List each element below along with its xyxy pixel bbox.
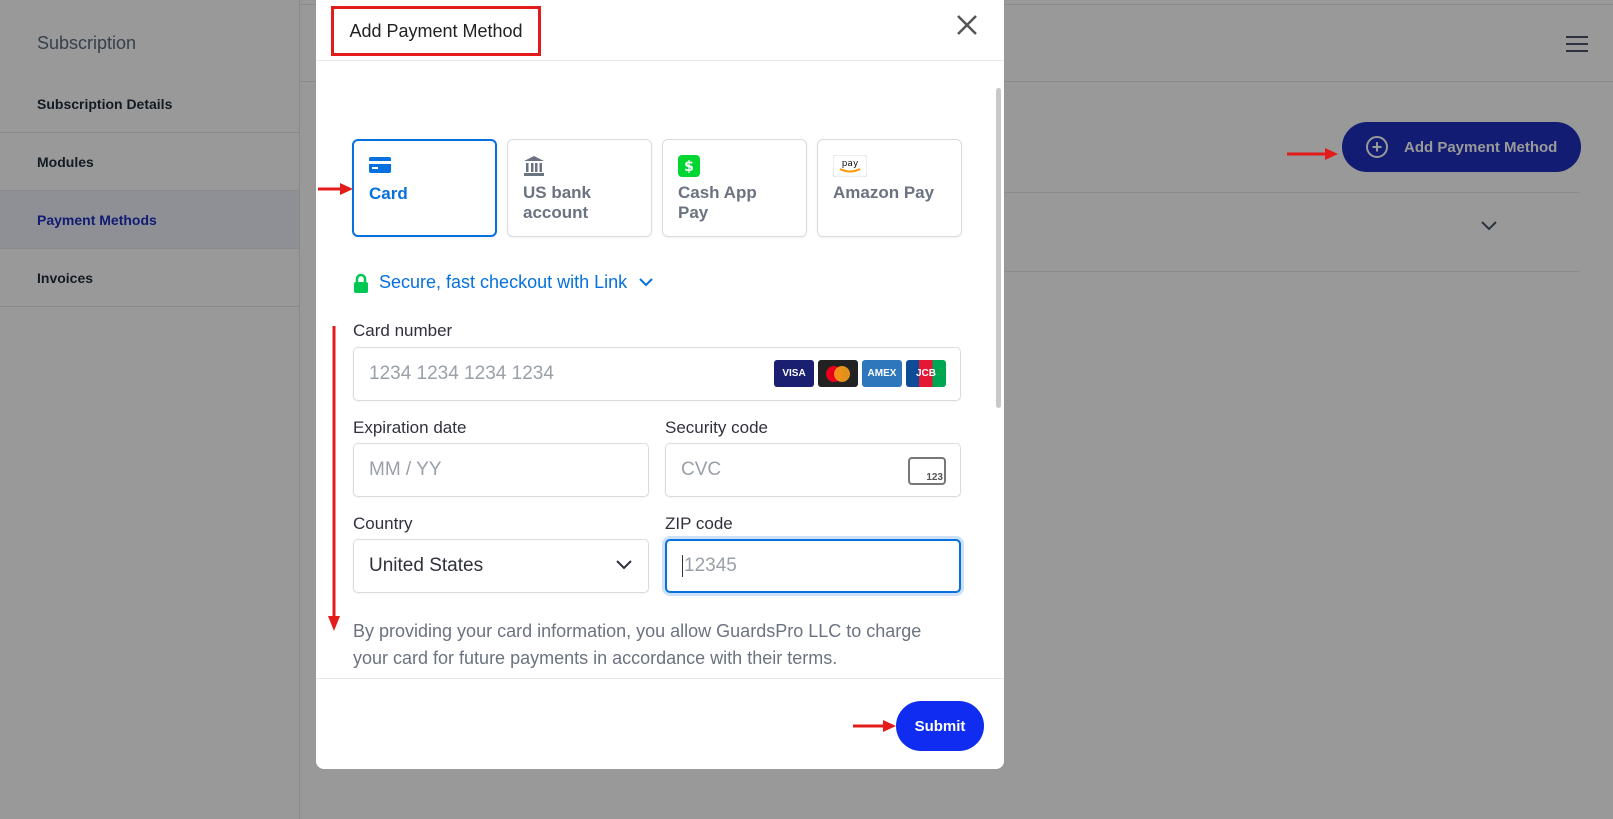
cash-app-icon: $	[678, 155, 791, 177]
chevron-down-icon	[639, 278, 653, 287]
tab-us-bank-label: US bank account	[523, 183, 592, 222]
security-code-input[interactable]: CVC 123	[665, 443, 961, 497]
mastercard-icon	[818, 360, 858, 387]
visa-icon: VISA	[774, 360, 814, 387]
zip-label: ZIP code	[665, 514, 733, 533]
card-number-placeholder: 1234 1234 1234 1234	[369, 363, 554, 384]
link-text: Secure, fast checkout with Link	[379, 272, 628, 292]
country-value: United States	[369, 555, 484, 576]
cvc-icon-text: 123	[926, 472, 943, 483]
security-code-placeholder: CVC	[681, 459, 722, 480]
modal-header: Add Payment Method	[316, 0, 1004, 61]
bank-icon	[523, 155, 636, 177]
tab-amazon-pay[interactable]: pay Amazon Pay	[817, 139, 962, 237]
card-brands: VISA AMEX JCB	[774, 360, 946, 387]
tab-cash-app-pay[interactable]: $ Cash App Pay	[662, 139, 807, 237]
annotation-arrow	[1287, 148, 1338, 160]
jcb-icon: JCB	[906, 360, 946, 387]
card-number-input[interactable]: 1234 1234 1234 1234 VISA AMEX JCB	[353, 347, 961, 401]
expiration-input[interactable]: MM / YY	[353, 443, 649, 497]
svg-text:$: $	[684, 159, 694, 175]
tab-amazon-pay-label: Amazon Pay	[833, 183, 935, 202]
country-label: Country	[353, 514, 413, 533]
zip-input[interactable]: 12345	[665, 539, 961, 593]
country-select[interactable]: United States	[353, 539, 649, 593]
tab-card[interactable]: Card	[352, 139, 497, 237]
scrollbar[interactable]	[996, 88, 1001, 408]
modal-footer: Submit	[316, 678, 1004, 769]
tab-us-bank-account[interactable]: US bank account	[507, 139, 652, 237]
link-checkout-toggle[interactable]: Secure, fast checkout with Link	[353, 272, 653, 293]
amex-icon: AMEX	[862, 360, 902, 387]
lock-icon	[353, 273, 369, 293]
chevron-down-icon	[616, 560, 632, 570]
card-number-label: Card number	[353, 321, 453, 340]
add-payment-method-modal: Add Payment Method Card US bank account …	[316, 0, 1004, 769]
submit-button[interactable]: Submit	[896, 701, 984, 751]
modal-title: Add Payment Method	[331, 6, 541, 56]
amazon-pay-icon: pay	[832, 154, 946, 178]
tab-card-label: Card	[369, 184, 408, 203]
expiration-label: Expiration date	[353, 418, 467, 437]
mandate-disclaimer: By providing your card information, you …	[353, 621, 922, 668]
expiration-placeholder: MM / YY	[369, 459, 442, 480]
card-icon	[369, 156, 480, 178]
security-code-label: Security code	[665, 418, 768, 437]
svg-text:pay: pay	[842, 159, 859, 169]
close-icon[interactable]	[956, 12, 978, 42]
annotation-arrow	[318, 183, 353, 195]
zip-placeholder: 12345	[682, 555, 737, 577]
tab-cash-app-label: Cash App Pay	[678, 183, 757, 222]
annotation-arrow	[853, 720, 896, 732]
cvc-card-icon: 123	[908, 457, 946, 485]
annotation-arrow	[328, 326, 340, 631]
